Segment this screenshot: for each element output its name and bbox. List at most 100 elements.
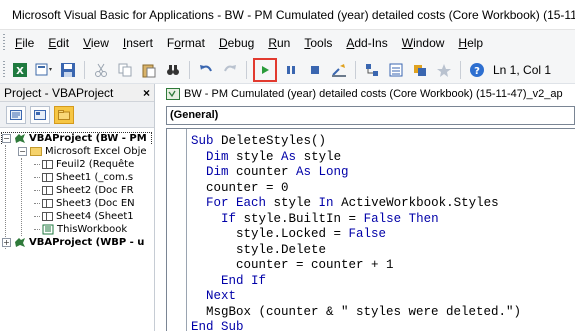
toolbar-separator	[355, 60, 356, 79]
toolbar-separator	[84, 60, 85, 79]
break-icon[interactable]	[281, 60, 301, 80]
tree-item-project[interactable]: − VBAProject (BW - PM	[0, 132, 154, 145]
properties-icon[interactable]	[386, 60, 406, 80]
tree-connector	[34, 177, 40, 178]
code-keyword: If	[221, 211, 244, 226]
menu-edit[interactable]: Edit	[41, 33, 76, 53]
object-browser-icon[interactable]	[410, 60, 430, 80]
tree-item-sheet[interactable]: Sheet1 (_com.s	[0, 171, 154, 184]
workbook-icon	[42, 224, 54, 235]
title-bar: Microsoft Visual Basic for Applications …	[0, 0, 575, 30]
code-window-title: BW - PM Cumulated (year) detailed costs …	[184, 88, 563, 100]
menu-help[interactable]: Help	[451, 33, 490, 53]
code-line[interactable]: End Sub	[191, 320, 521, 331]
design-mode-icon[interactable]	[329, 60, 349, 80]
code-line[interactable]: Next	[191, 289, 521, 305]
tree-item-label: Feuil2 (Requête	[56, 159, 135, 170]
code-editor[interactable]: Sub DeleteStyles() Dim style As style Di…	[166, 128, 575, 331]
code-keyword: As	[281, 149, 304, 164]
code-line[interactable]: MsgBox (counter & " styles were deleted.…	[191, 305, 521, 321]
code-text[interactable]: Sub DeleteStyles() Dim style As style Di…	[191, 134, 521, 331]
worksheet-icon	[42, 212, 53, 221]
code-line[interactable]: For Each style In ActiveWorkbook.Styles	[191, 196, 521, 212]
menu-file[interactable]: File	[8, 33, 41, 53]
code-line[interactable]: style.Locked = False	[191, 227, 521, 243]
view-code-icon[interactable]	[6, 105, 26, 124]
tree-item-sheet[interactable]: Sheet4 (Sheet1	[0, 210, 154, 223]
undo-icon[interactable]	[196, 60, 216, 80]
code-token: DeleteStyles()	[221, 134, 327, 148]
menu-insert[interactable]: Insert	[116, 33, 160, 53]
code-line[interactable]: If style.BuiltIn = False Then	[191, 212, 521, 228]
code-keyword: In	[318, 196, 342, 210]
reset-icon[interactable]	[305, 60, 325, 80]
menu-tools[interactable]: Tools	[297, 33, 339, 53]
object-dropdown[interactable]: (General)	[166, 106, 575, 125]
view-object-icon[interactable]	[30, 105, 50, 124]
cursor-position: Ln 1, Col 1	[493, 62, 552, 77]
code-line[interactable]: style.Delete	[191, 243, 521, 259]
toolbox-icon[interactable]	[434, 60, 454, 80]
toggle-folders-icon[interactable]	[54, 105, 74, 124]
excel-view-icon[interactable]: X	[10, 60, 30, 80]
expand-icon[interactable]: +	[2, 238, 11, 247]
code-line[interactable]: Dim style As style	[191, 150, 521, 166]
paste-icon[interactable]	[139, 60, 159, 80]
tree-connector	[34, 190, 40, 191]
code-keyword: Dim	[206, 149, 237, 164]
tree-item-folder[interactable]: − Microsoft Excel Obje	[0, 145, 154, 158]
menu-add-ins[interactable]: Add-Ins	[339, 33, 394, 53]
tree-item-label: Sheet1 (_com.s	[56, 172, 134, 183]
menu-view[interactable]: View	[76, 33, 116, 53]
toolbar-separator	[246, 60, 247, 79]
menu-grip[interactable]	[3, 34, 5, 52]
explorer-close-button[interactable]: ×	[143, 86, 150, 100]
toolbar-grip[interactable]	[3, 60, 5, 79]
save-icon[interactable]	[58, 60, 78, 80]
code-line[interactable]: End If	[191, 274, 521, 290]
code-line[interactable]: counter = counter + 1	[191, 258, 521, 274]
svg-text:?: ?	[474, 66, 480, 77]
cut-icon[interactable]	[91, 60, 111, 80]
copy-icon[interactable]	[115, 60, 135, 80]
code-token: counter = counter + 1	[191, 258, 394, 272]
menu-run[interactable]: Run	[261, 33, 297, 53]
code-token: ActiveWorkbook.Styles	[341, 196, 499, 210]
run-icon[interactable]	[253, 57, 277, 82]
code-window-titlebar: BW - PM Cumulated (year) detailed costs …	[160, 84, 575, 104]
menu-format[interactable]: Format	[160, 33, 212, 53]
tree-connector	[34, 229, 40, 230]
code-keyword: False Then	[363, 211, 439, 226]
code-keyword: End Sub	[191, 320, 244, 331]
code-keyword: As Long	[296, 165, 349, 179]
menu-debug[interactable]: Debug	[212, 33, 261, 53]
find-icon[interactable]	[163, 60, 183, 80]
selection-focus	[1, 132, 152, 145]
code-keyword: End If	[221, 273, 267, 288]
tree-item-sheet[interactable]: Sheet3 (Doc EN	[0, 197, 154, 210]
explorer-title: Project - VBAProject	[4, 85, 114, 100]
tree-item-project[interactable]: + VBAProject (WBP - u	[0, 236, 154, 249]
code-line[interactable]: Dim counter As Long	[191, 165, 521, 181]
menu-window[interactable]: Window	[395, 33, 452, 53]
help-icon[interactable]: ?	[467, 60, 487, 80]
toolbar-separator	[460, 60, 461, 79]
tree-item-workbook[interactable]: ThisWorkbook	[0, 223, 154, 236]
tree-item-label: Microsoft Excel Obje	[45, 146, 147, 157]
project-explorer-icon[interactable]	[362, 60, 382, 80]
redo-icon[interactable]	[220, 60, 240, 80]
collapse-icon[interactable]: −	[18, 147, 27, 156]
code-line[interactable]: counter = 0	[191, 181, 521, 197]
worksheet-icon	[42, 186, 53, 195]
code-line[interactable]: Sub DeleteStyles()	[191, 134, 521, 150]
insert-module-icon[interactable]	[34, 60, 54, 80]
worksheet-icon	[42, 160, 53, 169]
code-margin[interactable]	[167, 129, 187, 331]
tree-item-sheet[interactable]: Sheet2 (Doc FR	[0, 184, 154, 197]
tree-connector	[34, 203, 40, 204]
tree-item-sheet[interactable]: Feuil2 (Requête	[0, 158, 154, 171]
window-title: Microsoft Visual Basic for Applications …	[12, 7, 575, 22]
